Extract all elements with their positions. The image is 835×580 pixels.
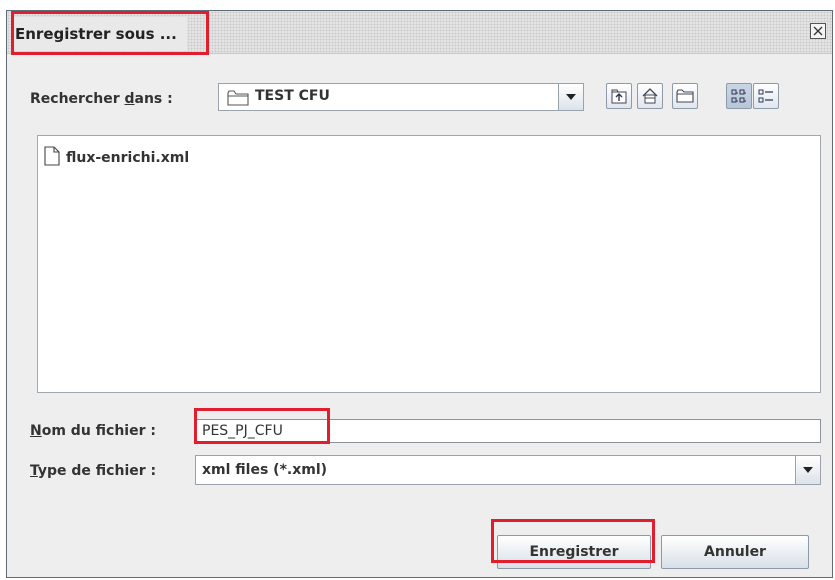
file-type-label: Type de fichier :	[30, 463, 157, 479]
chevron-down-icon	[566, 94, 576, 100]
details-view-icon	[758, 89, 773, 103]
list-view-button[interactable]	[726, 83, 752, 109]
details-view-button[interactable]	[753, 83, 779, 109]
list-view-icon	[731, 89, 746, 103]
file-name-label: Nom du fichier :	[30, 423, 156, 439]
file-type-dropdown-button[interactable]	[795, 456, 820, 484]
up-folder-icon	[611, 89, 627, 104]
look-in-combobox[interactable]: TEST CFU	[218, 83, 584, 111]
save-as-dialog: Enregistrer sous ... Rechercher dans : T…	[6, 10, 833, 578]
file-name-input[interactable]	[195, 419, 821, 443]
new-folder-icon	[676, 89, 694, 103]
file-name: flux-enrichi.xml	[66, 150, 190, 166]
dialog-title: Enregistrer sous ...	[11, 17, 187, 51]
home-icon	[642, 88, 658, 104]
list-item[interactable]: flux-enrichi.xml	[44, 146, 189, 168]
look-in-label: Rechercher dans :	[30, 91, 173, 107]
cancel-button[interactable]: Annuler	[661, 535, 809, 569]
file-type-value: xml files (*.xml)	[202, 462, 328, 478]
look-in-value: TEST CFU	[255, 88, 330, 104]
close-icon	[813, 26, 823, 36]
file-icon	[44, 146, 60, 166]
close-button[interactable]	[810, 23, 826, 39]
up-one-level-button[interactable]	[606, 83, 632, 109]
save-button[interactable]: Enregistrer	[497, 535, 651, 569]
file-type-combobox[interactable]: xml files (*.xml)	[195, 455, 821, 485]
file-list[interactable]: flux-enrichi.xml	[37, 135, 821, 393]
new-folder-button[interactable]	[672, 83, 698, 109]
home-button[interactable]	[637, 83, 663, 109]
title-bar[interactable]: Enregistrer sous ...	[7, 11, 832, 54]
look-in-dropdown-button[interactable]	[558, 84, 583, 110]
chevron-down-icon	[803, 467, 813, 473]
folder-icon	[227, 90, 249, 106]
